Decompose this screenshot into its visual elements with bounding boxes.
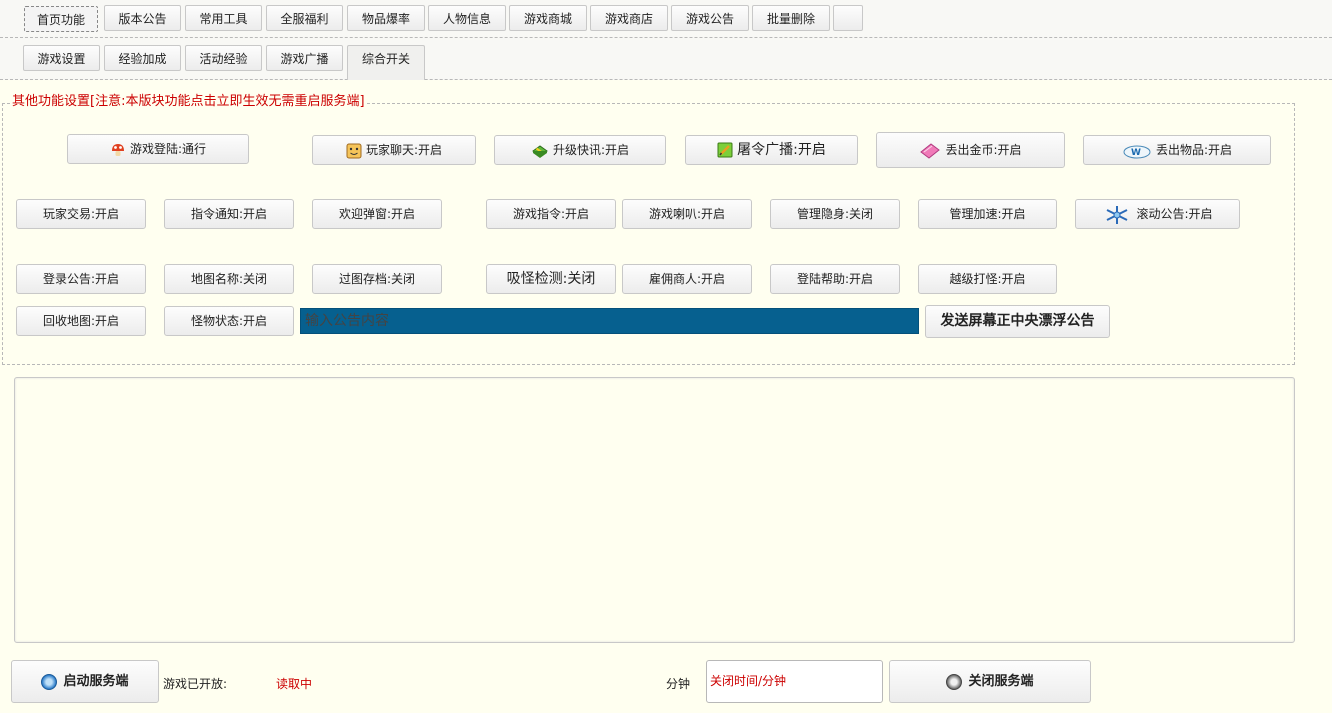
tab-common-tools[interactable]: 常用工具 [185, 5, 262, 31]
tab-server-welfare[interactable]: 全服福利 [266, 5, 343, 31]
drop-gold-button[interactable]: 丢出金币:开启 [876, 132, 1065, 168]
map-name-button[interactable]: 地图名称:关闭 [164, 264, 294, 294]
svg-text:W: W [1131, 148, 1141, 158]
panel-title: 其他功能设置[注意:本版块功能点击立即生效无需重启服务端] [10, 93, 367, 111]
stop-server-label: 关闭服务端 [968, 674, 1034, 689]
tab-game-notice[interactable]: 游戏公告 [671, 5, 749, 31]
player-chat-label: 玩家聊天:开启 [365, 143, 443, 157]
player-trade-button[interactable]: 玩家交易:开启 [16, 199, 146, 229]
tab-batch-delete[interactable]: 批量删除 [752, 5, 830, 31]
monster-status-button[interactable]: 怪物状态:开启 [164, 306, 294, 336]
tab-version-notice[interactable]: 版本公告 [104, 5, 181, 31]
smiley-face-icon [346, 143, 362, 158]
minutes-label: 分钟 [666, 677, 691, 691]
tab-game-settings[interactable]: 游戏设置 [23, 45, 100, 71]
game-open-label: 游戏已开放: [163, 677, 228, 691]
recycle-map-button[interactable]: 回收地图:开启 [16, 306, 146, 336]
drop-item-button[interactable]: W 丢出物品:开启 [1083, 135, 1271, 165]
server-status-value: 读取中 [276, 677, 313, 691]
notice-content-input[interactable]: 输入公告内容 [300, 308, 919, 334]
login-pass-label: 游戏登陆:通行 [129, 142, 207, 156]
tab-game-shop[interactable]: 游戏商店 [590, 5, 668, 31]
tab-exp-bonus[interactable]: 经验加成 [104, 45, 181, 71]
green-notepad-icon [717, 142, 733, 158]
power-blue-icon [41, 673, 58, 690]
tab-general-switches[interactable]: 综合开关 [347, 45, 425, 80]
levelup-news-button[interactable]: 升级快讯:开启 [494, 135, 666, 165]
welcome-popup-button[interactable]: 欢迎弹窗:开启 [312, 199, 442, 229]
mushroom-icon [111, 143, 124, 156]
drop-gold-label: 丢出金币:开启 [945, 143, 1022, 157]
tab-event-exp[interactable]: 活动经验 [185, 45, 262, 71]
tab-game-broadcast[interactable]: 游戏广播 [266, 45, 343, 71]
tab-more[interactable] [833, 5, 863, 31]
send-floating-notice-button[interactable]: 发送屏幕正中央漂浮公告 [925, 305, 1110, 338]
hired-merchant-button[interactable]: 雇佣商人:开启 [622, 264, 752, 294]
levelup-news-label: 升级快讯:开启 [552, 143, 630, 157]
start-server-label: 启动服务端 [63, 674, 129, 689]
command-notify-button[interactable]: 指令通知:开启 [164, 199, 294, 229]
power-gray-icon [946, 673, 963, 690]
drop-item-label: 丢出物品:开启 [1155, 143, 1233, 157]
tab-game-mall[interactable]: 游戏商城 [509, 5, 587, 31]
stop-server-button[interactable]: 关闭服务端 [889, 660, 1091, 703]
cloud-cap-icon: W [1123, 145, 1151, 158]
login-pass-button[interactable]: 游戏登陆:通行 [67, 134, 249, 164]
scroll-notice-label: 滚动公告:开启 [1136, 207, 1213, 221]
monster-pull-check-button[interactable]: 吸怪检测:关闭 [486, 264, 616, 294]
slaughter-broadcast-label: 屠令广播:开启 [737, 142, 826, 158]
gift-box-icon [532, 144, 548, 158]
game-horn-button[interactable]: 游戏喇叭:开启 [622, 199, 752, 229]
player-chat-button[interactable]: 玩家聊天:开启 [312, 135, 476, 165]
login-notice-button[interactable]: 登录公告:开启 [16, 264, 146, 294]
blue-snowflake-icon [1107, 205, 1128, 224]
close-time-input[interactable]: 关闭时间/分钟 [706, 660, 883, 703]
login-help-button[interactable]: 登陆帮助:开启 [770, 264, 900, 294]
map-save-button[interactable]: 过图存档:关闭 [312, 264, 442, 294]
game-command-button[interactable]: 游戏指令:开启 [486, 199, 616, 229]
sub-tab-bar: 游戏设置 经验加成 活动经验 游戏广播 综合开关 [0, 38, 1332, 80]
overlevel-hunt-button[interactable]: 越级打怪:开启 [918, 264, 1057, 294]
tab-home-functions[interactable]: 首页功能 [24, 6, 98, 32]
admin-stealth-button[interactable]: 管理隐身:关闭 [770, 199, 900, 229]
main-tab-bar: 首页功能 版本公告 常用工具 全服福利 物品爆率 人物信息 游戏商城 游戏商店 … [0, 0, 1332, 38]
slaughter-broadcast-button[interactable]: 屠令广播:开启 [685, 135, 858, 165]
tab-item-drop-rate[interactable]: 物品爆率 [347, 5, 425, 31]
log-output-area[interactable] [14, 377, 1295, 643]
admin-speed-button[interactable]: 管理加速:开启 [918, 199, 1057, 229]
tab-character-info[interactable]: 人物信息 [428, 5, 506, 31]
scroll-notice-button[interactable]: 滚动公告:开启 [1075, 199, 1240, 229]
pink-eraser-icon [920, 142, 941, 159]
start-server-button[interactable]: 启动服务端 [11, 660, 159, 703]
